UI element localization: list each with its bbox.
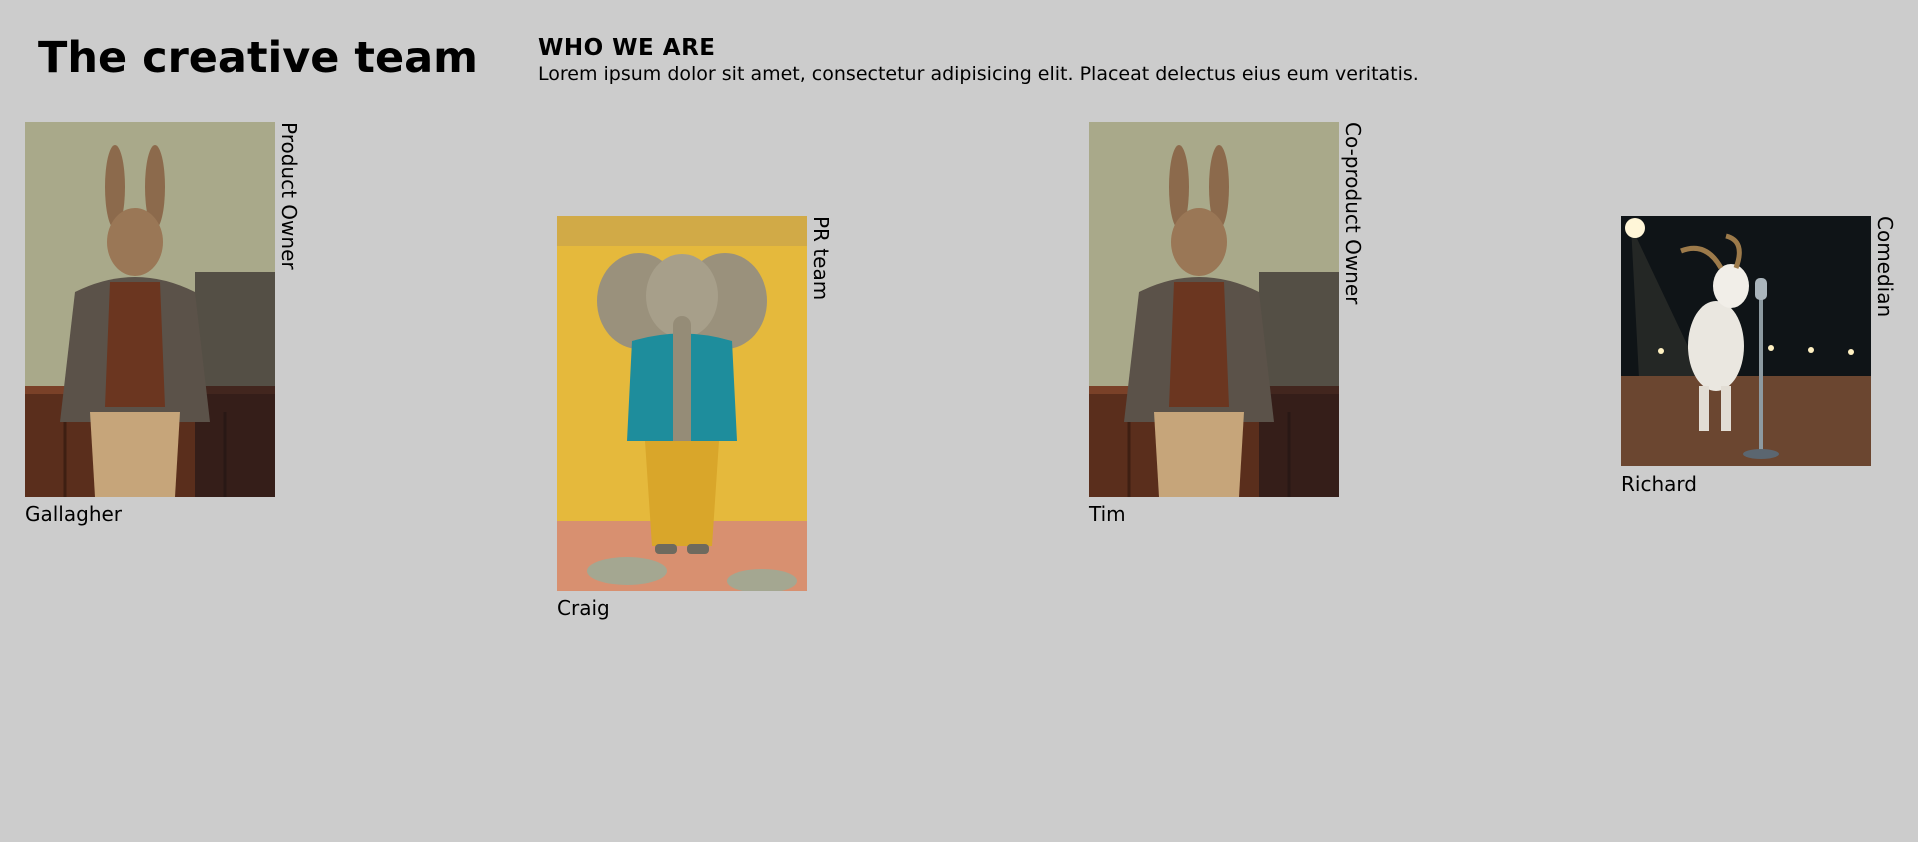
member-role: Comedian xyxy=(1873,216,1897,318)
page-title: The creative team xyxy=(38,33,478,83)
intro-text: Lorem ipsum dolor sit amet, consectetur … xyxy=(538,63,1419,85)
goat-at-microphone-icon xyxy=(1621,216,1871,466)
member-name: Tim xyxy=(1089,502,1126,526)
team-member-card: PR team Craig xyxy=(557,216,833,620)
member-role: Product Owner xyxy=(277,122,301,270)
rabbit-in-suit-icon xyxy=(25,122,275,497)
member-name: Gallagher xyxy=(25,502,123,526)
team-member-card: Product Owner Gallagher xyxy=(25,122,301,526)
team-member-card: Co-product Owner Tim xyxy=(1089,122,1365,526)
intro-heading: WHO WE ARE xyxy=(538,35,716,61)
member-role: Co-product Owner xyxy=(1341,122,1365,305)
rabbit-in-suit-icon xyxy=(1089,122,1339,497)
intro-section: WHO WE ARE Lorem ipsum dolor sit amet, c… xyxy=(538,34,1419,86)
elephant-in-sweater-icon xyxy=(557,216,807,591)
member-name: Craig xyxy=(557,596,610,620)
team-member-card: Comedian Richard xyxy=(1621,216,1897,496)
member-name: Richard xyxy=(1621,472,1697,496)
member-role: PR team xyxy=(809,216,833,301)
